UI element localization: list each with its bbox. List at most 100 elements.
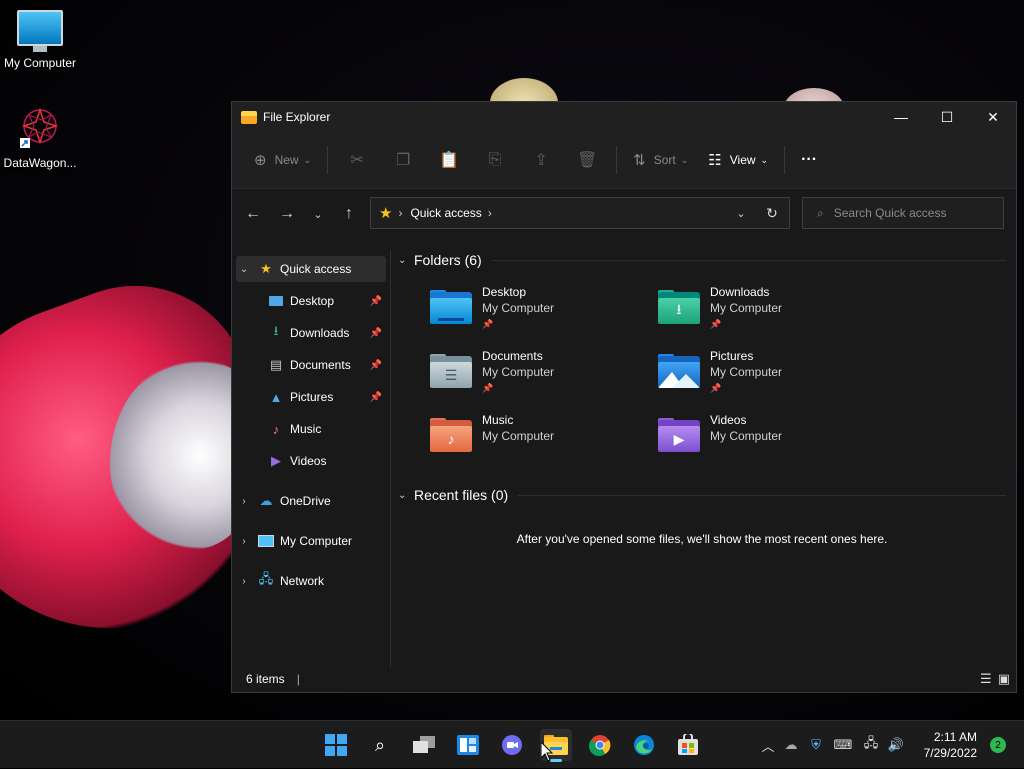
maximize-button[interactable]: ☐ <box>924 102 970 132</box>
large-icons-view-icon[interactable]: ▣ <box>998 671 1010 687</box>
up-arrow-icon[interactable]: ↑ <box>332 205 366 223</box>
folder-location: My Computer <box>482 365 555 379</box>
nav-item-downloads[interactable]: ⭳ Downloads 📌 <box>260 320 386 346</box>
folders-section-header[interactable]: ⌄ Folders (6) <box>398 252 1006 268</box>
chrome-button[interactable] <box>584 729 616 761</box>
nav-label: Pictures <box>290 390 334 404</box>
taskbar-clock[interactable]: 2:11 AM 7/29/2022 <box>924 729 977 761</box>
search-box[interactable]: ⌕ Search Quick access <box>802 197 1004 229</box>
security-shield-icon[interactable]: ⛨ <box>804 737 828 753</box>
folder-tile-pictures[interactable]: Pictures My Computer 📌 <box>656 348 876 400</box>
nav-quick-access[interactable]: ⌄ ★ Quick access <box>236 256 386 282</box>
pane-splitter[interactable] <box>390 250 391 668</box>
address-dropdown-icon[interactable]: ⌄ <box>728 207 754 220</box>
search-icon: ⌕ <box>817 205 824 220</box>
minimize-button[interactable]: — <box>878 102 924 132</box>
nav-item-desktop[interactable]: Desktop 📌 <box>260 288 386 314</box>
folder-name: Desktop <box>482 285 527 299</box>
nav-label: Downloads <box>290 326 350 340</box>
paste-icon[interactable]: 📋 <box>426 150 472 170</box>
chevron-right-icon[interactable]: › <box>488 206 492 220</box>
pin-icon: 📌 <box>710 383 722 393</box>
delete-icon[interactable]: 🗑 <box>564 150 610 170</box>
show-hidden-icons-chevron-icon[interactable]: ︿ <box>758 736 778 755</box>
sort-button[interactable]: ⇅ Sort ⌄ <box>623 144 698 176</box>
copy-icon[interactable]: ❐ <box>380 150 426 170</box>
back-arrow-icon[interactable]: ← <box>236 205 270 223</box>
cut-icon[interactable]: ✂ <box>334 150 380 170</box>
start-button[interactable] <box>320 729 352 761</box>
clock-time: 2:11 AM <box>933 730 977 744</box>
chat-button[interactable] <box>496 729 528 761</box>
navigation-pane: ⌄ ★ Quick access Desktop 📌 ⭳ Downloads 📌… <box>232 250 390 668</box>
folder-location: My Computer <box>482 301 555 315</box>
folder-name: Pictures <box>710 349 754 363</box>
search-icon: ⌕ <box>374 734 386 755</box>
recent-files-section-header[interactable]: ⌄ Recent files (0) <box>398 487 1006 503</box>
search-taskbar-button[interactable]: ⌕ <box>364 729 396 761</box>
document-icon: ▤ <box>269 357 283 372</box>
folder-tile-videos[interactable]: ▶ Videos My Computer <box>656 412 876 464</box>
nav-label: My Computer <box>280 534 353 548</box>
folder-tile-music[interactable]: ♪ Music My Computer <box>428 412 648 464</box>
star-icon: ★ <box>379 205 393 222</box>
sort-icon: ⇅ <box>633 152 646 169</box>
pin-icon: 📌 <box>482 383 494 393</box>
desktop-icon-datawagon[interactable]: DataWagon... <box>0 106 80 170</box>
refresh-icon[interactable]: ↻ <box>754 205 789 222</box>
chevron-right-icon[interactable]: › <box>236 536 252 547</box>
nav-network[interactable]: › 🖧 Network <box>236 568 386 594</box>
documents-folder-icon: ☰ <box>428 354 474 390</box>
chevron-down-icon[interactable]: ⌄ <box>236 264 252 275</box>
folder-tile-downloads[interactable]: ⭳ Downloads My Computer 📌 <box>656 284 876 336</box>
nav-label: Desktop <box>290 294 335 308</box>
keyboard-icon[interactable]: ⌨ <box>828 737 858 753</box>
recent-locations-chevron-icon[interactable]: ⌄ <box>304 208 332 221</box>
nav-item-videos[interactable]: ▶ Videos <box>260 448 386 474</box>
chevron-right-icon[interactable]: › <box>236 576 252 587</box>
breadcrumb-quick-access[interactable]: Quick access <box>410 206 481 220</box>
close-button[interactable]: ✕ <box>970 102 1016 132</box>
folder-location: My Computer <box>710 301 783 315</box>
task-view-button[interactable] <box>408 729 440 761</box>
nav-label: Music <box>290 422 322 436</box>
details-view-icon[interactable]: ☰ <box>980 671 992 687</box>
nav-item-pictures[interactable]: ▲ Pictures 📌 <box>260 384 386 410</box>
file-explorer-window: File Explorer — ☐ ✕ ⊕ New ⌄ ✂ ❐ 📋 ⎘ ⇪ 🗑 … <box>231 101 1017 693</box>
nav-item-documents[interactable]: ▤ Documents 📌 <box>260 352 386 378</box>
video-icon: ▶ <box>271 453 281 468</box>
folder-location: My Computer <box>710 429 783 443</box>
chevron-right-icon[interactable]: › <box>236 496 252 507</box>
folder-tile-documents[interactable]: ☰ Documents My Computer 📌 <box>428 348 648 400</box>
pin-icon: 📌 <box>369 295 382 307</box>
share-icon[interactable]: ⇪ <box>518 150 564 170</box>
network-tray-icon[interactable]: 🖧 <box>858 734 884 756</box>
folder-name: Documents <box>482 349 543 363</box>
more-options-button[interactable]: ··· <box>791 144 827 176</box>
onedrive-offline-icon[interactable]: ☁ <box>778 737 804 753</box>
monitor-icon <box>258 533 274 549</box>
store-button[interactable] <box>672 729 704 761</box>
forward-arrow-icon[interactable]: → <box>270 205 304 223</box>
view-button[interactable]: ☷ View ⌄ <box>698 144 778 176</box>
task-view-icon <box>413 736 435 753</box>
edge-button[interactable] <box>628 729 660 761</box>
chevron-down-icon: ⌄ <box>680 154 689 165</box>
chevron-down-icon: ⌄ <box>398 489 407 501</box>
chevron-down-icon: ⌄ <box>398 254 407 266</box>
pin-icon: 📌 <box>369 391 382 403</box>
nav-onedrive[interactable]: › ☁ OneDrive <box>236 488 386 514</box>
title-bar[interactable]: File Explorer — ☐ ✕ <box>232 102 1016 132</box>
folder-tile-desktop[interactable]: Desktop My Computer 📌 <box>428 284 648 336</box>
rename-icon[interactable]: ⎘ <box>472 151 518 169</box>
desktop-icon-my-computer[interactable]: My Computer <box>0 10 80 70</box>
address-bar[interactable]: ★ › Quick access › ⌄ ↻ <box>370 197 790 229</box>
volume-icon[interactable]: 🔊 <box>884 737 908 753</box>
pictures-icon: ▲ <box>269 389 283 405</box>
section-title: Folders (6) <box>414 252 482 268</box>
nav-my-computer[interactable]: › My Computer <box>236 528 386 554</box>
nav-item-music[interactable]: ♪ Music <box>260 416 386 442</box>
notification-badge[interactable]: 2 <box>990 737 1006 753</box>
widgets-button[interactable] <box>452 729 484 761</box>
new-button[interactable]: ⊕ New ⌄ <box>244 144 321 176</box>
